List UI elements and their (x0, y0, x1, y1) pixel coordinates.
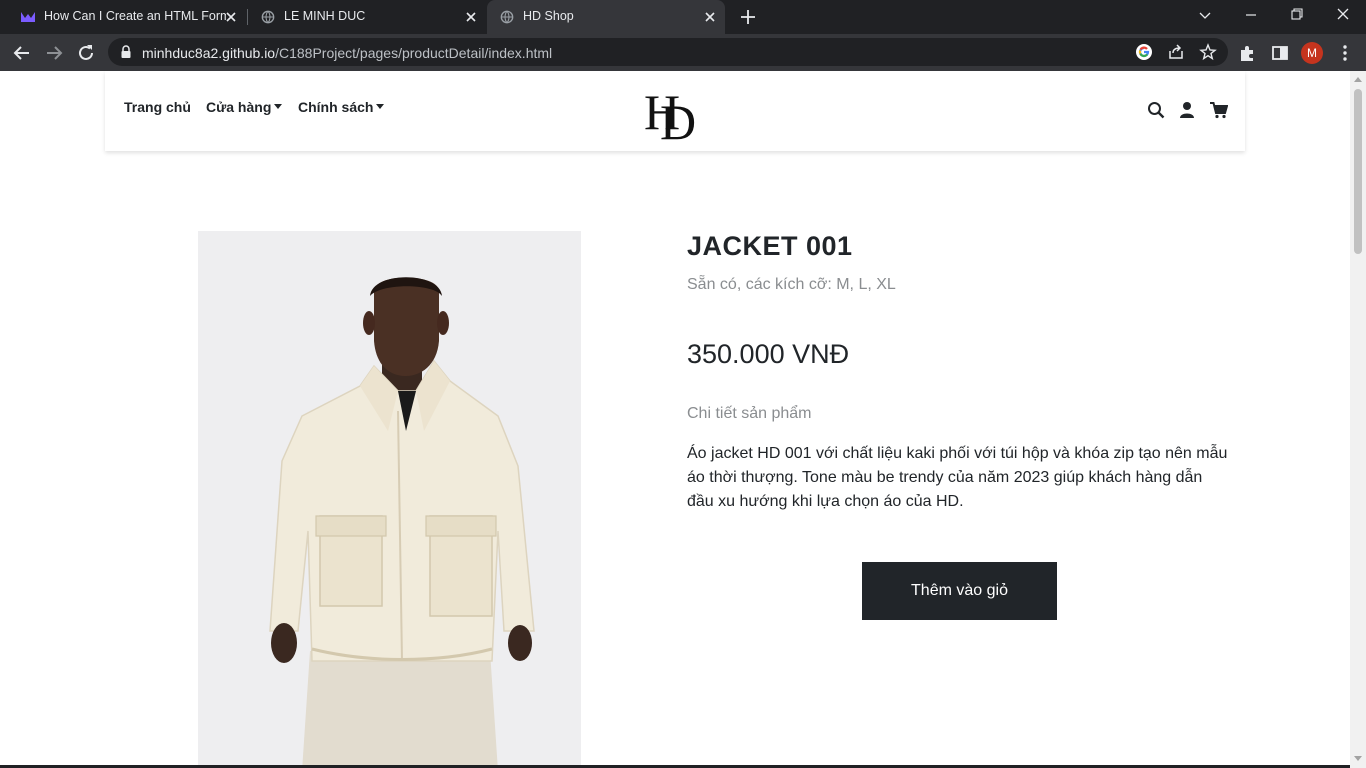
tab-how-can-i-create[interactable]: How Can I Create an HTML Form (8, 0, 246, 34)
address-bar[interactable]: minhduc8a2.github.io/C188Project/pages/p… (108, 38, 1228, 66)
logo-d: D (660, 94, 696, 143)
url-path: /C188Project/pages/productDetail/index.h… (275, 45, 553, 61)
product-title: JACKET 001 (687, 231, 853, 261)
browser-tab-strip: How Can I Create an HTML Form LE MINH DU… (0, 0, 1366, 34)
globe-icon (261, 10, 275, 24)
share-icon[interactable] (1167, 43, 1185, 61)
lock-icon[interactable] (120, 45, 132, 59)
forward-icon[interactable] (43, 42, 65, 64)
add-to-cart-button[interactable]: Thêm vào giỏ (862, 562, 1057, 620)
product-detail-label: Chi tiết sản phẩm (687, 405, 812, 422)
search-icon[interactable] (1147, 101, 1165, 119)
restore-icon[interactable] (1274, 0, 1320, 32)
close-window-icon[interactable] (1320, 0, 1366, 32)
product-price: 350.000 VNĐ (687, 339, 850, 369)
url-host: minhduc8a2.github.io (142, 45, 276, 61)
url-text: minhduc8a2.github.io/C188Project/pages/p… (142, 45, 552, 61)
scrollbar-thumb[interactable] (1354, 89, 1362, 254)
hd-logo[interactable]: H D (642, 81, 704, 143)
caret-down-icon (274, 104, 283, 109)
page-content: Trang chủ Cửa hàng Chính sách H D JACKET… (0, 71, 1350, 768)
user-icon[interactable] (1178, 101, 1196, 119)
page-scrollbar[interactable] (1350, 71, 1366, 768)
reload-icon[interactable] (75, 42, 97, 64)
tab-title: How Can I Create an HTML Form (44, 9, 226, 23)
close-icon[interactable] (701, 8, 719, 26)
browser-toolbar: minhduc8a2.github.io/C188Project/pages/p… (0, 34, 1366, 71)
product-image (198, 231, 581, 768)
tab-hd-shop[interactable]: HD Shop (487, 0, 725, 34)
nav-policy-dropdown[interactable]: Chính sách (298, 99, 385, 115)
cart-icon[interactable] (1210, 101, 1228, 119)
product-availability: Sẵn có, các kích cỡ: M, L, XL (687, 276, 896, 293)
product-description: Áo jacket HD 001 với chất liệu kaki phối… (687, 445, 1228, 510)
back-icon[interactable] (11, 42, 33, 64)
nav-policy-label: Chính sách (298, 99, 374, 115)
new-tab-icon[interactable] (738, 7, 758, 27)
close-icon[interactable] (462, 8, 480, 26)
menu-icon[interactable] (1334, 42, 1356, 64)
star-icon[interactable] (1199, 43, 1217, 61)
site-navbar: Trang chủ Cửa hàng Chính sách H D (105, 71, 1245, 151)
close-icon[interactable] (222, 8, 240, 26)
jacket-model-photo (198, 231, 581, 768)
scroll-down-arrow-icon[interactable] (1354, 756, 1362, 761)
nav-shop-dropdown[interactable]: Cửa hàng (206, 99, 283, 115)
tab-title: LE MINH DUC (284, 9, 366, 23)
nav-shop-label: Cửa hàng (206, 99, 272, 115)
side-panel-icon[interactable] (1269, 42, 1291, 64)
scroll-up-arrow-icon[interactable] (1354, 77, 1362, 82)
extensions-icon[interactable] (1237, 42, 1259, 64)
tab-search-icon[interactable] (1182, 0, 1228, 32)
tab-title: HD Shop (523, 9, 574, 23)
caret-down-icon (376, 104, 385, 109)
minimize-icon[interactable] (1228, 0, 1274, 32)
nav-home[interactable]: Trang chủ (124, 99, 191, 115)
globe-icon (500, 10, 514, 24)
profile-avatar[interactable]: M (1301, 42, 1323, 64)
monday-icon (21, 12, 35, 22)
google-icon[interactable] (1135, 43, 1153, 61)
tab-le-minh-duc[interactable]: LE MINH DUC (248, 0, 486, 34)
